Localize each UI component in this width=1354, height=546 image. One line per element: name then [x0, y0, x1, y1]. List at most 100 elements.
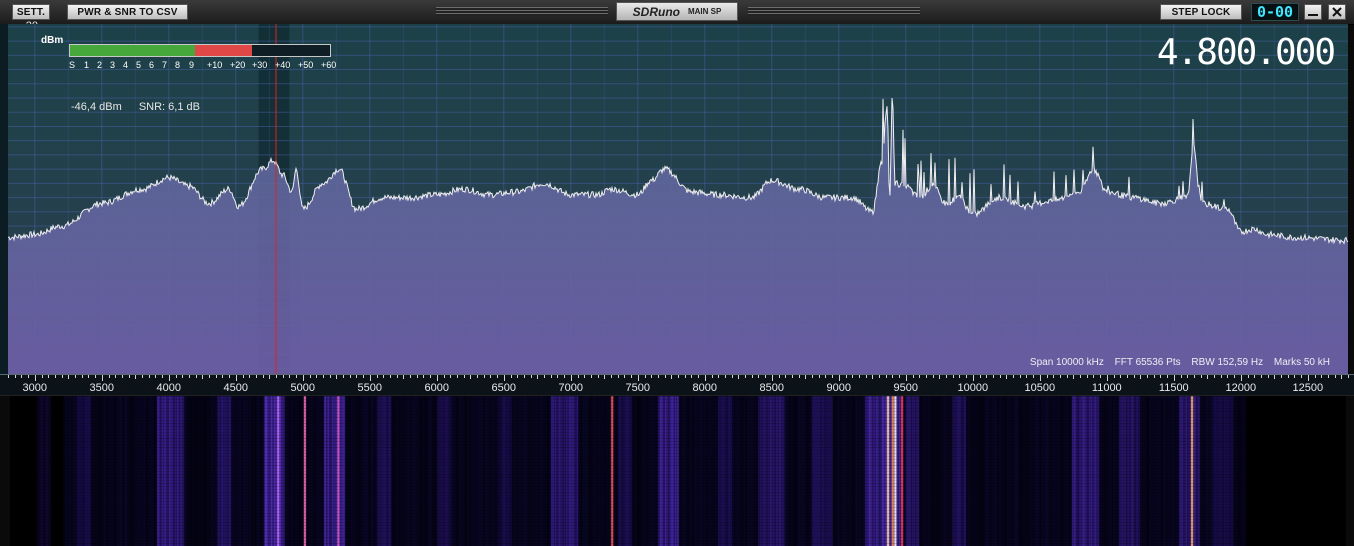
- frequency-tick: [946, 375, 947, 378]
- s-meter-label: +40: [275, 60, 291, 70]
- s-meter-label: +30: [252, 60, 268, 70]
- settings-button[interactable]: SETT.: [12, 4, 50, 20]
- frequency-tick: [738, 375, 740, 379]
- frequency-tick: [423, 375, 425, 378]
- frequency-tick: [389, 375, 391, 378]
- waterfall-display[interactable]: [10, 396, 1346, 546]
- frequency-tick: [28, 375, 30, 378]
- export-csv-button[interactable]: PWR & SNR TO CSV: [67, 4, 188, 20]
- frequency-tick: [61, 375, 63, 378]
- frequency-tick: [617, 375, 619, 378]
- frequency-display[interactable]: 4.800.000: [1157, 32, 1336, 73]
- frequency-tick: [778, 375, 780, 378]
- frequency-axis[interactable]: 3000 3500 4000 4500 5000 5500 6000 6500 7000 7500…: [0, 374, 1354, 396]
- frequency-tick: [765, 375, 767, 378]
- frequency-tick: [376, 375, 378, 378]
- frequency-tick: [456, 375, 458, 378]
- frequency-tick: [229, 375, 231, 378]
- frequency-tick-label: 3000: [22, 382, 48, 394]
- frequency-tick: [1086, 375, 1088, 378]
- frequency-tick: [1140, 375, 1142, 379]
- frequency-tick: [523, 375, 525, 378]
- frequency-tick: [644, 375, 646, 378]
- frequency-tick: [577, 375, 579, 378]
- window-drag-grip-right[interactable]: [748, 7, 920, 16]
- frequency-tick: [657, 375, 659, 378]
- frequency-tick: [296, 375, 298, 378]
- frequency-tick: [992, 375, 994, 378]
- frequency-tick: [363, 375, 365, 378]
- frequency-tick: [745, 375, 746, 378]
- frequency-tick: [1281, 375, 1282, 378]
- frequency-tick: [54, 375, 56, 378]
- frequency-tick: [1133, 375, 1135, 378]
- frequency-tick: [175, 375, 177, 378]
- frequency-tick: [1307, 375, 1309, 381]
- frequency-tick: [483, 375, 485, 378]
- frequency-tick-label: 10000: [957, 382, 989, 394]
- spectrum-panel[interactable]: -20-25-30-35-40-45-50-55-60-65-70-75-80-…: [0, 20, 1354, 374]
- frequency-tick: [148, 375, 150, 378]
- frequency-tick: [584, 375, 586, 378]
- frequency-tick: [403, 375, 405, 379]
- frequency-tick: [1006, 375, 1008, 379]
- frequency-tick: [155, 375, 157, 378]
- frequency-tick: [1193, 375, 1195, 378]
- frequency-tick: [430, 375, 432, 378]
- frequency-tick: [691, 375, 693, 378]
- frequency-tick: [215, 375, 217, 378]
- frequency-tick: [557, 375, 559, 378]
- step-lock-button[interactable]: STEP LOCK: [1160, 4, 1242, 20]
- frequency-tick: [718, 375, 720, 378]
- frequency-tick: [704, 375, 706, 381]
- frequency-tick: [1120, 375, 1122, 378]
- frequency-tick: [1267, 375, 1269, 378]
- frequency-tick: [751, 375, 753, 378]
- frequency-tick: [637, 375, 639, 381]
- frequency-tick: [1240, 375, 1242, 381]
- s-meter-label: 9: [189, 60, 195, 70]
- frequency-tick: [892, 375, 894, 378]
- spectrum-plot[interactable]: [8, 24, 1348, 374]
- frequency-tick: [1039, 375, 1041, 381]
- frequency-tick-label: 4000: [156, 382, 182, 394]
- frequency-tick: [758, 375, 760, 378]
- frequency-tick: [128, 375, 130, 378]
- frequency-tick: [88, 375, 90, 378]
- frequency-tick: [262, 375, 264, 378]
- spectrum-info: Span 10000 kHz FFT 65536 Pts RBW 152,59 …: [1022, 357, 1330, 368]
- close-icon: [1332, 7, 1342, 17]
- frequency-tick: [925, 375, 927, 378]
- frequency-tick: [168, 375, 170, 381]
- frequency-tick: [101, 375, 103, 381]
- frequency-tick: [611, 375, 612, 378]
- lcd-display: 0-00: [1251, 3, 1299, 21]
- frequency-tick: [1301, 375, 1303, 378]
- frequency-tick-label: 7000: [558, 382, 584, 394]
- frequency-tick: [590, 375, 592, 378]
- frequency-tick: [1126, 375, 1128, 378]
- waterfall-canvas: [10, 396, 1346, 546]
- frequency-tick: [195, 375, 197, 378]
- frequency-tick: [8, 375, 9, 378]
- frequency-tick: [1220, 375, 1222, 378]
- window-drag-grip[interactable]: [436, 7, 608, 16]
- s-meter-label: 1: [84, 60, 90, 70]
- minimize-button[interactable]: [1304, 4, 1322, 20]
- s-meter-label: +60: [321, 60, 337, 70]
- frequency-tick-label: 5000: [290, 382, 316, 394]
- close-button[interactable]: [1328, 4, 1346, 20]
- s-meter-label: 5: [136, 60, 142, 70]
- s-meter-label: 3: [110, 60, 116, 70]
- frequency-tick: [289, 375, 291, 378]
- frequency-tick: [75, 375, 76, 378]
- frequency-tick: [1287, 375, 1289, 378]
- frequency-tick: [530, 375, 532, 378]
- frequency-tick: [497, 375, 499, 378]
- frequency-tick: [343, 375, 344, 378]
- frequency-tick: [1207, 375, 1209, 379]
- frequency-tick: [322, 375, 324, 378]
- minimize-icon: [1308, 14, 1318, 16]
- frequency-tick: [1254, 375, 1256, 378]
- frequency-tick: [664, 375, 666, 378]
